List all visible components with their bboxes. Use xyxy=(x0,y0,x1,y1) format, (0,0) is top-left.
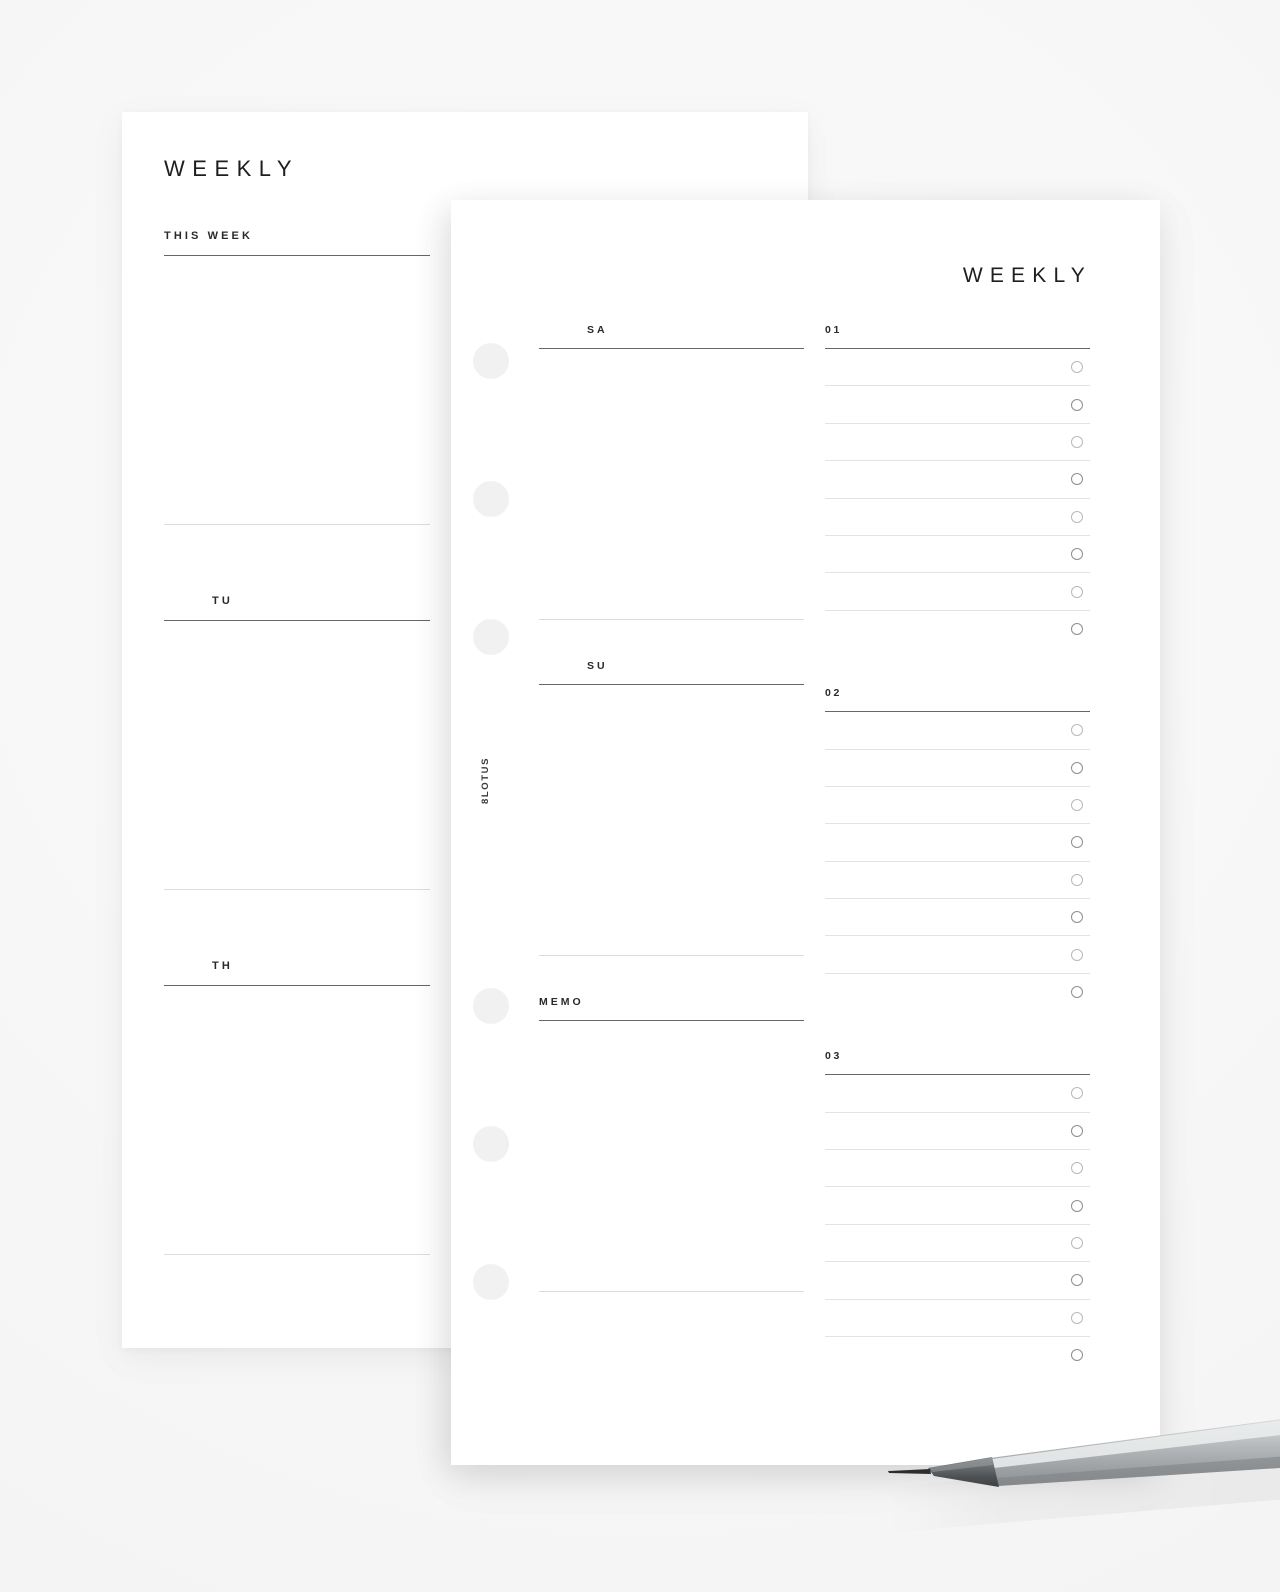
section-rule-faint xyxy=(164,524,430,525)
notes-write-area[interactable] xyxy=(539,685,804,955)
checkbox-circle-icon[interactable] xyxy=(1071,1162,1083,1175)
section-rule-faint xyxy=(539,619,804,620)
task-row[interactable] xyxy=(825,750,1090,787)
checkbox-circle-icon[interactable] xyxy=(1071,585,1083,598)
task-section-label: 01 xyxy=(825,324,842,336)
checkbox-circle-icon[interactable] xyxy=(1071,1274,1083,1287)
checkbox-circle-icon[interactable] xyxy=(1071,761,1083,774)
checkbox-circle-icon[interactable] xyxy=(1071,1199,1083,1212)
checkbox-circle-icon[interactable] xyxy=(1071,873,1083,886)
section-rule-faint xyxy=(164,889,430,890)
task-section-label: 02 xyxy=(825,687,842,700)
task-row[interactable] xyxy=(825,1337,1090,1373)
task-row[interactable] xyxy=(825,349,1090,387)
checkbox-circle-icon[interactable] xyxy=(1071,1311,1083,1324)
scene-background: WEEKLY THIS WEEK TU TH WEEKLY 8LOTUS SA … xyxy=(0,0,1280,1592)
notes-section-su: SU xyxy=(539,660,804,956)
task-row[interactable] xyxy=(825,936,1090,974)
task-row[interactable] xyxy=(825,611,1090,647)
task-section-label: 03 xyxy=(825,1050,842,1063)
left-section-th: TH xyxy=(164,960,430,1255)
task-row[interactable] xyxy=(825,974,1090,1010)
hole-punch-icon xyxy=(473,619,509,655)
left-section-this-week: THIS WEEK xyxy=(164,230,430,525)
brand-label: 8LOTUS xyxy=(480,756,491,804)
checkbox-circle-icon[interactable] xyxy=(1071,911,1083,924)
task-row[interactable] xyxy=(825,573,1090,611)
task-row[interactable] xyxy=(825,1225,1090,1263)
checkbox-circle-icon[interactable] xyxy=(1071,361,1083,374)
notes-write-area[interactable] xyxy=(539,1021,804,1291)
notes-section-label: MEMO xyxy=(539,996,584,1008)
task-section-02: 02 xyxy=(825,687,1090,1010)
task-row-list xyxy=(825,712,1090,1010)
task-row[interactable] xyxy=(825,824,1090,862)
tasks-column: 01 02 03 xyxy=(825,324,1090,1373)
section-rule-faint xyxy=(539,955,804,956)
checkbox-circle-icon[interactable] xyxy=(1071,986,1083,999)
checkbox-circle-icon[interactable] xyxy=(1071,622,1083,635)
hole-punch-icon xyxy=(473,343,509,379)
hole-punch-icon xyxy=(473,481,509,517)
checkbox-circle-icon[interactable] xyxy=(1071,1087,1083,1100)
left-section-label: THIS WEEK xyxy=(164,230,254,242)
notes-section-memo: MEMO xyxy=(539,996,804,1292)
checkbox-circle-icon[interactable] xyxy=(1071,836,1083,849)
pencil-lead xyxy=(888,1469,931,1474)
left-section-tu: TU xyxy=(164,595,430,890)
checkbox-circle-icon[interactable] xyxy=(1071,799,1083,812)
hole-punch-icon xyxy=(473,1126,509,1162)
task-row[interactable] xyxy=(825,1150,1090,1188)
task-row[interactable] xyxy=(825,787,1090,825)
left-section-label: TU xyxy=(212,595,233,607)
hole-punch-icon xyxy=(473,988,509,1024)
task-row[interactable] xyxy=(825,386,1090,424)
notes-section-label: SA xyxy=(587,324,608,336)
checkbox-circle-icon[interactable] xyxy=(1071,724,1083,737)
task-row[interactable] xyxy=(825,461,1090,499)
checkbox-circle-icon[interactable] xyxy=(1071,1237,1083,1249)
checkbox-circle-icon[interactable] xyxy=(1071,435,1083,448)
left-section-label: TH xyxy=(212,960,233,972)
section-rule-faint xyxy=(164,1254,430,1255)
right-planner-page: WEEKLY 8LOTUS SA SU MEMO 01 02 03 xyxy=(451,200,1160,1465)
task-row[interactable] xyxy=(825,1187,1090,1225)
task-row[interactable] xyxy=(825,536,1090,574)
task-row[interactable] xyxy=(825,1075,1090,1113)
task-row[interactable] xyxy=(825,712,1090,750)
section-write-area[interactable] xyxy=(164,986,430,1254)
task-section-01: 01 xyxy=(825,324,1090,647)
task-row[interactable] xyxy=(825,499,1090,536)
task-section-03: 03 xyxy=(825,1050,1090,1373)
checkbox-circle-icon[interactable] xyxy=(1071,1349,1083,1362)
checkbox-circle-icon[interactable] xyxy=(1071,948,1083,961)
notes-write-area[interactable] xyxy=(539,349,804,619)
notes-section-sa: SA xyxy=(539,324,804,620)
task-row-list xyxy=(825,349,1090,647)
task-row[interactable] xyxy=(825,899,1090,937)
task-row[interactable] xyxy=(825,1262,1090,1300)
section-rule-faint xyxy=(539,1291,804,1292)
checkbox-circle-icon[interactable] xyxy=(1071,510,1083,523)
right-page-title: WEEKLY xyxy=(962,264,1092,287)
task-row[interactable] xyxy=(825,1300,1090,1337)
section-write-area[interactable] xyxy=(164,621,430,889)
task-row[interactable] xyxy=(825,862,1090,900)
left-page-title: WEEKLY xyxy=(164,156,300,181)
notes-section-label: SU xyxy=(587,660,608,672)
checkbox-circle-icon[interactable] xyxy=(1071,398,1083,411)
notes-column: SA SU MEMO xyxy=(539,324,804,1292)
task-row-list xyxy=(825,1075,1090,1373)
task-row[interactable] xyxy=(825,1113,1090,1151)
checkbox-circle-icon[interactable] xyxy=(1071,473,1083,486)
checkbox-circle-icon[interactable] xyxy=(1071,548,1083,561)
task-row[interactable] xyxy=(825,424,1090,462)
section-write-area[interactable] xyxy=(164,256,430,524)
hole-punch-icon xyxy=(473,1264,509,1300)
checkbox-circle-icon[interactable] xyxy=(1071,1124,1083,1137)
